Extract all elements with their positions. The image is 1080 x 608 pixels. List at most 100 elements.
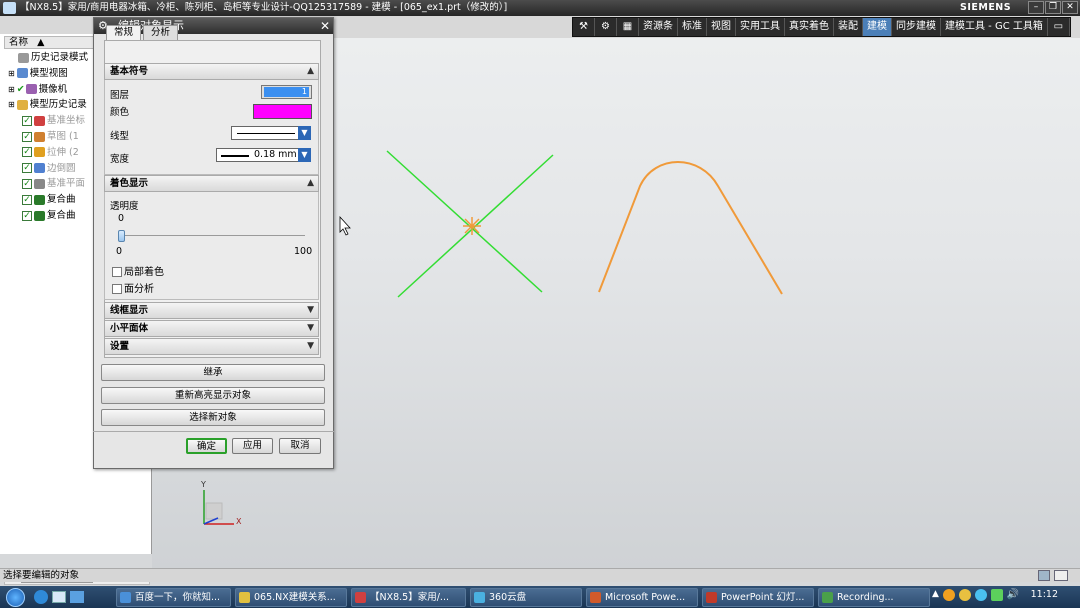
taskbar-item-0[interactable]: 百度一下，你就知... xyxy=(116,587,231,607)
partial-shading-checkbox[interactable]: 局部着色 xyxy=(112,263,164,278)
collapse-up-icon[interactable]: ▲ xyxy=(307,176,314,191)
curve-icon xyxy=(34,194,45,205)
transparency-value: 0 xyxy=(118,213,125,224)
dialog-divider xyxy=(93,431,334,432)
expand-down-icon[interactable]: ▼ xyxy=(307,339,314,354)
explorer-icon[interactable] xyxy=(70,591,84,603)
visibility-checkbox[interactable]: ✓ xyxy=(22,178,32,189)
ribbon-tab-6[interactable]: 建模 xyxy=(863,18,892,36)
expand-icon[interactable]: ⊞ xyxy=(8,100,15,109)
taskbar-item-2[interactable]: 【NX8.5】家用/... xyxy=(351,587,466,607)
tree-item[interactable]: ✓ 复合曲 xyxy=(22,208,76,223)
taskbar-item-6[interactable]: Recording... xyxy=(818,587,930,607)
apply-button[interactable]: 应用 xyxy=(232,438,273,454)
visibility-checkbox[interactable]: ✓ xyxy=(22,194,32,205)
qq-icon[interactable] xyxy=(942,589,955,601)
expand-icon[interactable]: ⊞ xyxy=(8,85,15,94)
sketch-icon xyxy=(34,131,45,142)
layer-input[interactable]: 1 xyxy=(264,87,309,97)
tree-item[interactable]: ⊞ 模型视图 xyxy=(8,66,68,81)
collapse-up-icon[interactable]: ▲ xyxy=(307,64,314,79)
volume-icon[interactable]: 🔊 xyxy=(1007,589,1019,601)
ribbon-tab-0[interactable]: 资源条 xyxy=(639,18,678,36)
close-window-button[interactable]: ✕ xyxy=(1062,1,1078,14)
security-icon[interactable] xyxy=(990,589,1003,601)
width-dropdown-icon[interactable]: ▼ xyxy=(298,148,311,162)
tree-item[interactable]: 历史记录模式 xyxy=(8,50,88,65)
tree-item[interactable]: ✓ 拉伸 (2 xyxy=(22,145,79,160)
select-new-object-button[interactable]: 选择新对象 xyxy=(101,409,325,426)
start-button[interactable] xyxy=(0,586,30,608)
axis-label-y: Y xyxy=(201,480,206,489)
expand-down-icon[interactable]: ▼ xyxy=(307,321,314,336)
face-analysis-checkbox[interactable]: 面分析 xyxy=(112,280,154,295)
tab-general[interactable]: 常规 xyxy=(106,25,142,41)
gear-icon[interactable]: ⚙ xyxy=(595,18,617,36)
windows-taskbar: 百度一下，你就知... 065.NX建模关系... 【NX8.5】家用/... 360… xyxy=(0,586,1080,608)
inherit-button[interactable]: 继承 xyxy=(101,364,325,381)
transparency-max: 100 xyxy=(294,246,313,257)
minimize-button[interactable]: – xyxy=(1028,1,1044,14)
tray-expand-icon[interactable]: ▲ xyxy=(932,589,939,601)
visibility-checkbox[interactable]: ✓ xyxy=(22,163,32,174)
app-icon xyxy=(474,591,485,603)
ok-button[interactable]: 确定 xyxy=(186,438,227,454)
ribbon-tab-5[interactable]: 装配 xyxy=(834,18,863,36)
tab-analysis[interactable]: 分析 xyxy=(143,25,179,40)
wrench-icon[interactable]: ⚒ xyxy=(573,18,595,36)
grid-icon[interactable]: ▦ xyxy=(617,18,639,36)
ribbon-tab-4[interactable]: 真实着色 xyxy=(785,18,834,36)
partial-shading-label: 局部着色 xyxy=(124,267,164,278)
restore-button[interactable]: ❐ xyxy=(1045,1,1061,14)
tree-item[interactable]: ✓ 草图 (1 xyxy=(22,129,79,144)
linetype-dropdown-icon[interactable]: ▼ xyxy=(298,126,311,140)
width-label: 宽度 xyxy=(110,154,130,165)
tree-item[interactable]: ✓ 基准平面 xyxy=(22,176,85,191)
rehighlight-button[interactable]: 重新高亮显示对象 xyxy=(101,387,325,404)
tree-item[interactable]: ✓ 基准坐标 xyxy=(22,113,85,128)
taskbar-item-1[interactable]: 065.NX建模关系... xyxy=(235,587,347,607)
collapse-ribbon-icon[interactable]: ▭ xyxy=(1048,18,1070,36)
section-settings[interactable]: 设置 ▼ xyxy=(104,338,319,355)
tree-item[interactable]: ✓ 边倒圆 xyxy=(22,161,76,176)
visibility-checkbox[interactable]: ✓ xyxy=(22,147,32,158)
dialog-close-button[interactable]: ✕ xyxy=(320,18,330,34)
tree-item[interactable]: ⊞ 模型历史记录 xyxy=(8,97,87,112)
visibility-checkbox[interactable]: ✓ xyxy=(22,131,32,142)
taskbar-item-4[interactable]: Microsoft Powe... xyxy=(586,587,698,607)
expand-icon[interactable]: ⊞ xyxy=(8,69,15,78)
ribbon-tab-7[interactable]: 同步建模 xyxy=(892,18,941,36)
width-select[interactable]: 0.18 mm xyxy=(216,148,311,162)
qq2-icon[interactable] xyxy=(958,589,971,601)
tree-item-label: 模型视图 xyxy=(29,67,68,79)
section-wireframe-display[interactable]: 线框显示 ▼ xyxy=(104,302,319,319)
ribbon-tab-8[interactable]: 建模工具 - GC 工具箱 xyxy=(941,18,1048,36)
tree-item-label: 基准坐标 xyxy=(47,115,86,127)
app-icon xyxy=(706,591,717,603)
tree-item[interactable]: ✓ 复合曲 xyxy=(22,192,76,207)
ribbon-tab-2[interactable]: 视图 xyxy=(707,18,736,36)
visibility-checkbox[interactable]: ✓ xyxy=(22,115,32,126)
window-mode-icon[interactable] xyxy=(1054,570,1068,581)
tree-item[interactable]: ⊞ ✔ 摄像机 xyxy=(8,82,67,97)
section-basic-symbols[interactable]: 基本符号 ▲ xyxy=(104,63,319,80)
color-swatch[interactable] xyxy=(253,104,312,119)
arch-curve[interactable] xyxy=(598,161,783,295)
show-desktop-icon[interactable] xyxy=(52,591,66,603)
section-shading-display[interactable]: 着色显示 ▲ xyxy=(104,175,319,192)
taskbar-item-label: Recording... xyxy=(837,591,894,603)
datum-csys-icon xyxy=(34,115,45,126)
face-analysis-label: 面分析 xyxy=(124,284,154,295)
visibility-checkbox[interactable]: ✓ xyxy=(22,210,32,221)
full-screen-icon[interactable] xyxy=(1038,570,1050,581)
section-facet-body[interactable]: 小平面体 ▼ xyxy=(104,320,319,337)
taskbar-item-5[interactable]: PowerPoint 幻灯... xyxy=(702,587,814,607)
ribbon-tab-1[interactable]: 标准 xyxy=(678,18,707,36)
taskbar-item-3[interactable]: 360云盘 xyxy=(470,587,582,607)
ribbon-tab-3[interactable]: 实用工具 xyxy=(736,18,785,36)
ie-icon[interactable] xyxy=(34,590,48,604)
network-icon[interactable] xyxy=(974,589,987,601)
expand-down-icon[interactable]: ▼ xyxy=(307,303,314,318)
transparency-slider[interactable] xyxy=(118,230,125,242)
cancel-button[interactable]: 取消 xyxy=(279,438,321,454)
